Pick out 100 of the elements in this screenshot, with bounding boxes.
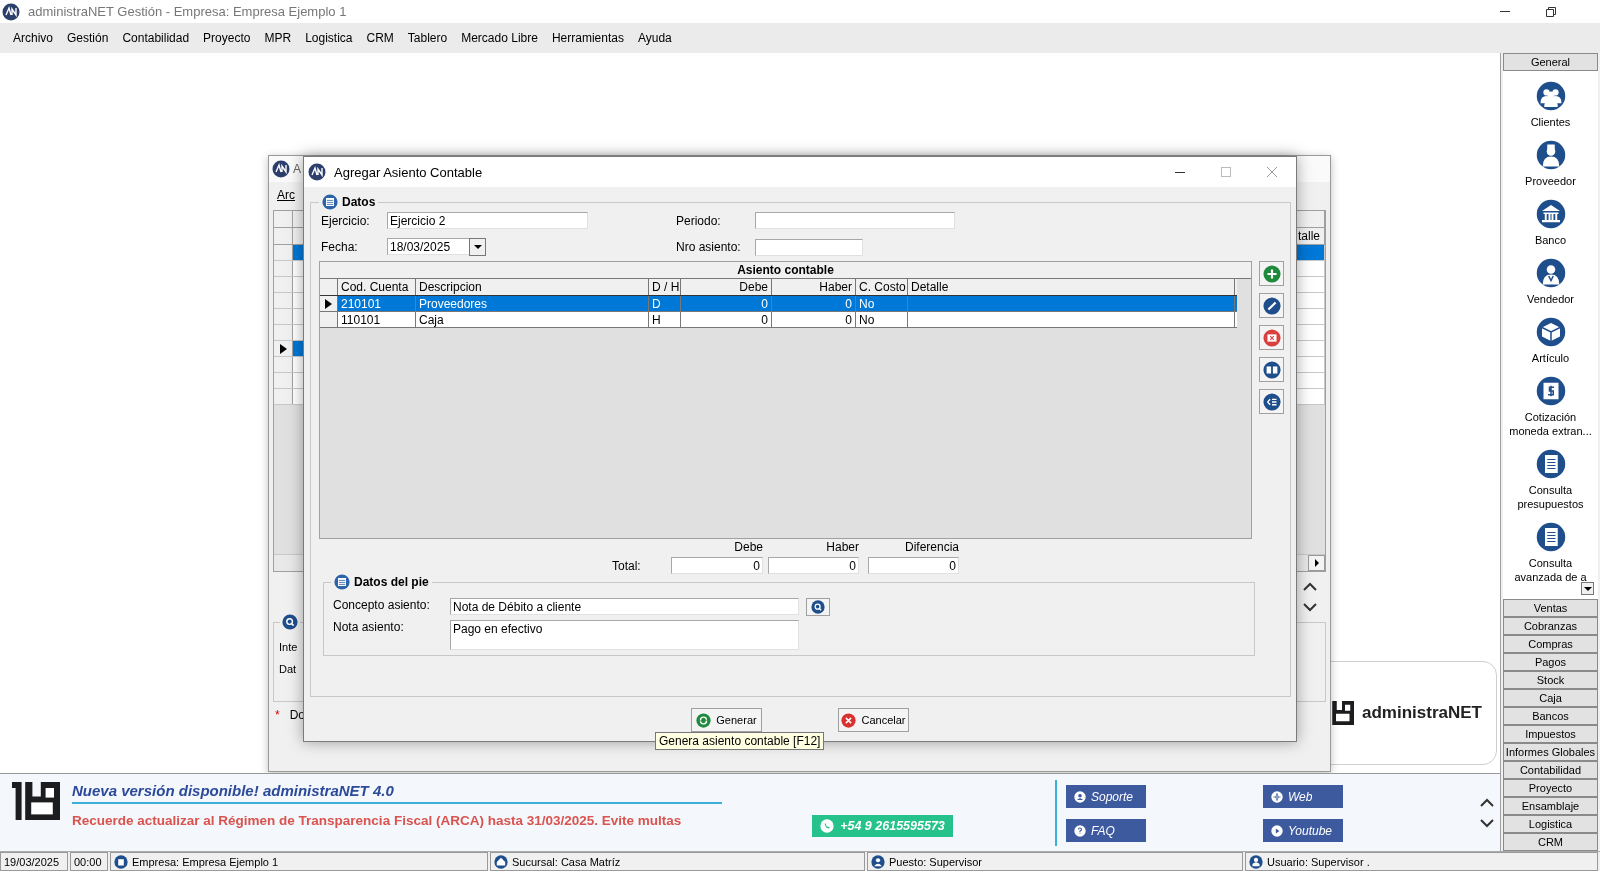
sidebar-item[interactable]: Clientes bbox=[1503, 77, 1598, 136]
question-icon bbox=[1074, 824, 1086, 837]
generate-button[interactable]: Generar bbox=[691, 708, 762, 732]
table-cell: No bbox=[856, 296, 908, 311]
column-header[interactable]: C. Costo bbox=[856, 279, 908, 295]
add-button[interactable] bbox=[1259, 261, 1284, 286]
link-button[interactable]: Youtube bbox=[1263, 819, 1343, 842]
table-row[interactable]: 210101 Proveedores D 0 0 No bbox=[320, 296, 1237, 312]
table-cell: H bbox=[649, 312, 681, 327]
scroll-down-button[interactable] bbox=[1581, 582, 1594, 595]
link-button[interactable]: Web bbox=[1263, 785, 1343, 808]
menu-item[interactable]: Tablero bbox=[400, 28, 455, 48]
list-icon bbox=[1262, 392, 1281, 411]
table-row[interactable]: 110101 Caja H 0 0 No bbox=[320, 312, 1237, 328]
columns-icon bbox=[1262, 360, 1281, 379]
menu-item[interactable]: Ayuda bbox=[630, 28, 679, 48]
sidebar-section[interactable]: Contabilidad bbox=[1503, 761, 1598, 779]
window-title: A bbox=[293, 162, 301, 176]
table-cell: No bbox=[856, 312, 908, 327]
section-title: Datos del pie bbox=[354, 575, 429, 589]
total-field[interactable]: 0 bbox=[768, 557, 859, 574]
menu-item[interactable]: Logistica bbox=[298, 28, 360, 48]
sidebar-section[interactable]: Logistica bbox=[1503, 815, 1598, 833]
restore-icon bbox=[1546, 6, 1556, 17]
date-field[interactable]: 18/03/2025 bbox=[387, 238, 469, 255]
sidebar-item[interactable]: Vendedor bbox=[1503, 254, 1598, 313]
menu-item[interactable]: Archivo bbox=[6, 28, 60, 48]
column-header: Diferencia bbox=[904, 540, 959, 554]
search-button[interactable] bbox=[806, 598, 830, 616]
cancel-button[interactable]: Cancelar bbox=[838, 708, 909, 732]
menu-item[interactable]: Gestión bbox=[60, 28, 116, 48]
menu-item[interactable]: Mercado Libre bbox=[454, 28, 545, 48]
input-field[interactable]: Ejercicio 2 bbox=[387, 212, 588, 229]
table-cell: 0 bbox=[681, 312, 772, 327]
sidebar-header[interactable]: General bbox=[1503, 53, 1598, 71]
row-header bbox=[320, 312, 338, 327]
sidebar-section[interactable]: Compras bbox=[1503, 635, 1598, 653]
menu-item[interactable]: MPR bbox=[257, 28, 299, 48]
maximize-icon bbox=[1221, 167, 1231, 177]
menu-item[interactable]: Proyecto bbox=[196, 28, 258, 48]
text-area[interactable]: Pago en efectivo bbox=[450, 620, 799, 650]
search-icon bbox=[811, 600, 825, 614]
link-button[interactable]: FAQ bbox=[1066, 819, 1146, 842]
sidebar-section[interactable]: Impuestos bbox=[1503, 725, 1598, 743]
sidebar-section[interactable]: Informes Globales bbox=[1503, 743, 1598, 761]
grid-title: Asiento contable bbox=[320, 262, 1251, 279]
document-icon bbox=[1535, 522, 1566, 552]
box-icon bbox=[1535, 317, 1566, 347]
table-cell: 110101 bbox=[338, 312, 416, 327]
field-label: Total: bbox=[611, 558, 642, 573]
status-text: Usuario: Supervisor . bbox=[1267, 855, 1370, 868]
sidebar-item[interactable]: Artículo bbox=[1503, 313, 1598, 372]
scroll-down-icon bbox=[1480, 819, 1494, 828]
input-field[interactable] bbox=[755, 238, 863, 256]
menu-item[interactable]: Arc bbox=[277, 188, 295, 206]
column-header[interactable]: Cod. Cuenta bbox=[338, 279, 416, 295]
scroll-right-button[interactable] bbox=[1308, 555, 1325, 571]
menu-item[interactable]: Herramientas bbox=[544, 28, 631, 48]
sidebar-item[interactable]: Cotización moneda extran... bbox=[1503, 372, 1598, 445]
sidebar-section[interactable]: Caja bbox=[1503, 689, 1598, 707]
sidebar-item[interactable]: Banco bbox=[1503, 195, 1598, 254]
total-field[interactable]: 0 bbox=[868, 557, 959, 574]
input-field[interactable]: Nota de Débito a cliente bbox=[450, 598, 799, 615]
sidebar-section[interactable]: Ventas bbox=[1503, 599, 1598, 617]
field-label: Fecha: bbox=[320, 240, 359, 254]
column-header[interactable]: Haber bbox=[772, 279, 856, 295]
search-icon bbox=[282, 614, 298, 630]
list-button[interactable] bbox=[1259, 389, 1284, 414]
input-field[interactable] bbox=[755, 212, 955, 229]
person-icon bbox=[1535, 140, 1566, 170]
column-header[interactable]: Descripcion bbox=[416, 279, 649, 295]
caret-icon bbox=[1583, 586, 1592, 591]
sidebar-section[interactable]: Bancos bbox=[1503, 707, 1598, 725]
columns-button[interactable] bbox=[1259, 357, 1284, 382]
column-header[interactable]: Debe bbox=[681, 279, 772, 295]
sidebar-section[interactable]: Stock bbox=[1503, 671, 1598, 689]
sidebar-item[interactable]: Proveedor bbox=[1503, 136, 1598, 195]
sidebar-section[interactable]: Cobranzas bbox=[1503, 617, 1598, 635]
sidebar-section[interactable]: Ensamblaje bbox=[1503, 797, 1598, 815]
sidebar-section[interactable]: CRM bbox=[1503, 833, 1598, 851]
edit-button[interactable] bbox=[1259, 293, 1284, 318]
building-icon bbox=[114, 854, 128, 869]
delete-button[interactable] bbox=[1259, 325, 1284, 350]
plus-icon bbox=[1262, 264, 1281, 283]
section-title: Datos bbox=[342, 195, 376, 209]
dropdown-button[interactable] bbox=[469, 238, 486, 256]
menu-item[interactable]: CRM bbox=[359, 28, 401, 48]
column-header[interactable]: D / H bbox=[649, 279, 681, 295]
logo-text: administraNET bbox=[1362, 703, 1482, 723]
app-logo-icon bbox=[308, 163, 326, 181]
field-label: Inte bbox=[279, 641, 299, 653]
sidebar-section[interactable]: Pagos bbox=[1503, 653, 1598, 671]
column-header[interactable]: Detalle bbox=[908, 279, 1235, 295]
link-button[interactable]: Soporte bbox=[1066, 785, 1146, 808]
total-field[interactable]: 0 bbox=[671, 557, 763, 574]
sidebar-section[interactable]: Proyecto bbox=[1503, 779, 1598, 797]
menu-item[interactable]: Contabilidad bbox=[115, 28, 197, 48]
field-label: Concepto asiento: bbox=[332, 598, 431, 612]
sidebar-item[interactable]: Consulta presupuestos bbox=[1503, 445, 1598, 518]
document-icon bbox=[1535, 449, 1566, 479]
